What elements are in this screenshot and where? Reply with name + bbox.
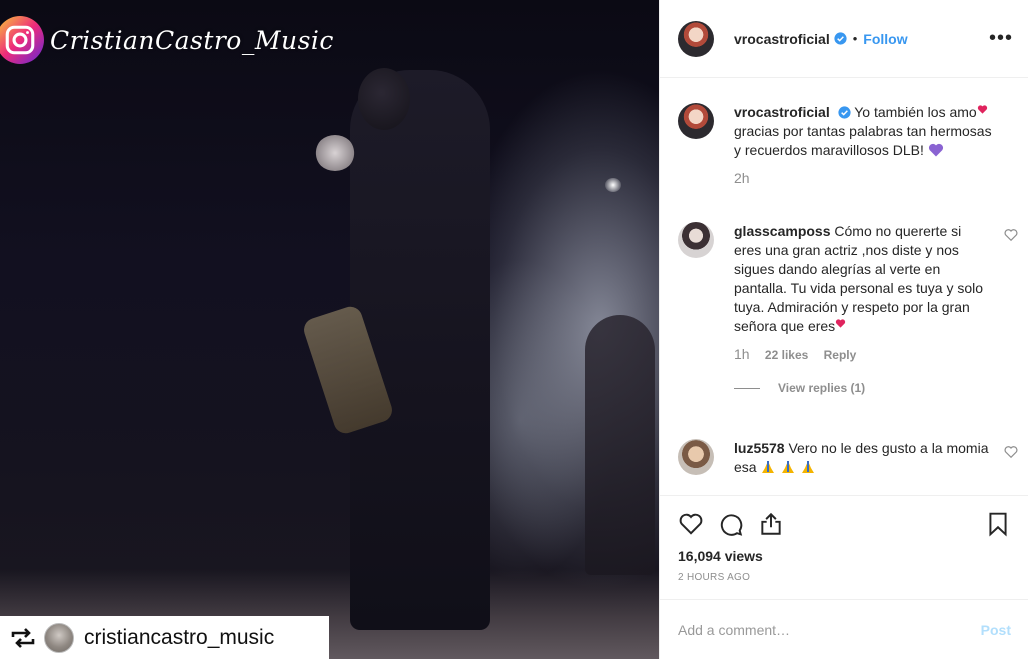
replies-line bbox=[734, 388, 760, 389]
add-comment-bar: Post bbox=[660, 599, 1028, 659]
praying-hands-emoji-icon bbox=[782, 461, 795, 473]
comment-input[interactable] bbox=[678, 621, 981, 638]
repost-username: cristiancastro_music bbox=[84, 625, 275, 649]
bookmark-icon[interactable] bbox=[985, 511, 1011, 537]
commenter-avatar[interactable] bbox=[678, 222, 714, 258]
comment-text: Cómo no quererte si eres una gran actriz… bbox=[734, 223, 984, 334]
like-comment-heart-icon[interactable] bbox=[1004, 228, 1018, 242]
commenter-username[interactable]: glasscamposs bbox=[734, 223, 831, 239]
caption-username[interactable]: vrocastroficial bbox=[734, 104, 830, 120]
author-avatar[interactable] bbox=[678, 20, 714, 57]
follow-button[interactable]: Follow bbox=[863, 31, 907, 47]
watermark: CristianCastro_Music bbox=[0, 8, 334, 72]
caption-age: 2h bbox=[734, 170, 750, 186]
caption: vrocastroficial Yo también los amo graci… bbox=[678, 103, 1018, 189]
share-icon[interactable] bbox=[758, 511, 784, 537]
red-heart-emoji-icon bbox=[836, 319, 846, 328]
post-button[interactable]: Post bbox=[981, 622, 1011, 638]
red-heart-emoji-icon bbox=[977, 105, 987, 114]
view-count[interactable]: 16,094 views bbox=[678, 548, 1011, 564]
more-options-button[interactable]: ••• bbox=[989, 27, 1013, 50]
comment-likes[interactable]: 22 likes bbox=[765, 348, 808, 362]
repost-avatar bbox=[44, 622, 74, 653]
comment-age: 1h bbox=[734, 346, 750, 362]
header-separator: • bbox=[852, 31, 858, 46]
watermark-text: CristianCastro_Music bbox=[50, 25, 334, 55]
caption-text-continued: gracias por tantas palabras tan hermosas… bbox=[734, 123, 992, 158]
post-panel: vrocastroficial • Follow ••• vrocastrofi… bbox=[659, 0, 1028, 659]
background-person bbox=[585, 315, 655, 575]
post-timestamp[interactable]: 2 HOURS AGO bbox=[678, 572, 1011, 583]
singer-head bbox=[358, 68, 410, 130]
caption-text: Yo también los amo bbox=[854, 104, 977, 120]
reply-button[interactable]: Reply bbox=[824, 348, 857, 362]
praying-hands-emoji-icon bbox=[762, 461, 775, 473]
microphone-hand bbox=[315, 135, 355, 171]
instagram-logo-icon bbox=[0, 16, 44, 64]
commenter-username[interactable]: luz5578 bbox=[734, 440, 785, 456]
purple-heart-emoji-icon bbox=[928, 143, 943, 157]
post-media[interactable]: CristianCastro_Music cristiancastro_musi… bbox=[0, 0, 659, 659]
verified-badge-icon bbox=[834, 32, 847, 45]
repost-credit: cristiancastro_music bbox=[0, 616, 329, 659]
comment-item: glasscamposs Cómo no quererte si eres un… bbox=[678, 222, 1018, 398]
praying-hands-emoji-icon bbox=[802, 461, 815, 473]
action-bar: 16,094 views 2 HOURS AGO bbox=[660, 495, 1028, 599]
view-replies-label: View replies (1) bbox=[778, 381, 866, 395]
author-username[interactable]: vrocastroficial bbox=[734, 31, 830, 47]
stage-light bbox=[605, 178, 621, 192]
comments-list[interactable]: vrocastroficial Yo también los amo graci… bbox=[660, 79, 1028, 495]
comment-bubble-icon[interactable] bbox=[718, 511, 744, 537]
commenter-avatar[interactable] bbox=[678, 439, 714, 475]
like-heart-icon[interactable] bbox=[678, 511, 704, 537]
comment-item: luz5578 Vero no le des gusto a la momia … bbox=[678, 439, 1018, 477]
like-comment-heart-icon[interactable] bbox=[1004, 445, 1018, 459]
verified-badge-icon bbox=[838, 106, 851, 119]
view-replies-button[interactable]: View replies (1) bbox=[734, 379, 992, 398]
caption-avatar[interactable] bbox=[678, 103, 714, 139]
post-header: vrocastroficial • Follow ••• bbox=[660, 0, 1028, 78]
repost-icon bbox=[11, 627, 35, 648]
